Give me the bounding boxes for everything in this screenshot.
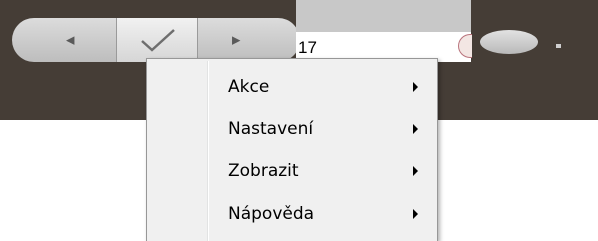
context-menu: Akce Nastavení Zobrazit Nápověda (146, 58, 438, 241)
checkmark-icon (141, 29, 175, 52)
submenu-arrow-icon (413, 209, 418, 219)
confirm-button[interactable] (116, 18, 198, 62)
left-arrow-icon: ◀ (66, 33, 75, 47)
right-arrow-icon: ▶ (232, 33, 241, 47)
submenu-arrow-icon (413, 124, 418, 134)
menu-item-label: Nastavení (228, 119, 314, 139)
submenu-arrow-icon (413, 166, 418, 176)
menu-item-label: Zobrazit (228, 161, 299, 181)
value-field-text: 17 (298, 38, 317, 57)
menu-item-akce[interactable]: Akce (149, 69, 435, 105)
submenu-arrow-icon (413, 82, 418, 92)
menu-item-label: Nápověda (228, 204, 315, 224)
menu-item-napoveda[interactable]: Nápověda (149, 196, 435, 232)
menu-item-nastaveni[interactable]: Nastavení (149, 111, 435, 147)
menu-item-zobrazit[interactable]: Zobrazit (149, 153, 435, 189)
menu-item-label: Akce (228, 77, 270, 97)
panel-header-strip (296, 0, 471, 32)
dot-indicator (556, 44, 561, 48)
field-end-cap (458, 34, 472, 58)
forward-button[interactable]: ▶ (198, 18, 300, 62)
back-button[interactable]: ◀ (12, 18, 116, 62)
oval-button[interactable] (480, 30, 538, 54)
